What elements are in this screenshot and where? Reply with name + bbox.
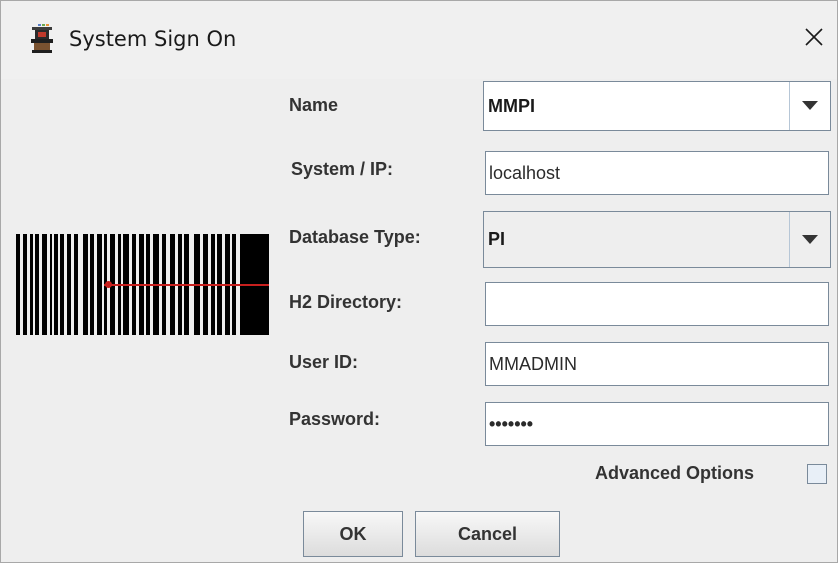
window-title: System Sign On: [69, 27, 237, 51]
title-bar: System Sign On: [1, 1, 837, 79]
cancel-button[interactable]: Cancel: [415, 511, 560, 557]
system-ip-value: localhost: [489, 162, 561, 183]
h2-directory-label: H2 Directory:: [289, 292, 403, 312]
database-type-label: Database Type:: [289, 227, 421, 247]
chevron-down-icon[interactable]: [790, 82, 830, 130]
close-button[interactable]: [791, 9, 837, 65]
database-type-value: PI: [488, 229, 506, 249]
close-icon: [805, 28, 823, 46]
advanced-options-checkbox[interactable]: [807, 464, 827, 484]
system-ip-label: System / IP:: [291, 159, 394, 179]
name-label: Name: [289, 95, 339, 115]
name-combobox[interactable]: MMPI: [483, 81, 831, 131]
password-label: Password:: [289, 409, 381, 429]
chevron-down-icon[interactable]: [790, 212, 830, 267]
advanced-options-label: Advanced Options: [595, 463, 755, 483]
database-type-combobox[interactable]: PI: [483, 211, 831, 268]
system-ip-input[interactable]: localhost: [485, 151, 829, 195]
barcode-scan-line: [104, 284, 269, 286]
user-id-value: MMADMIN: [489, 353, 577, 374]
password-value: •••••••: [489, 413, 534, 434]
h2-directory-input[interactable]: [485, 282, 829, 326]
password-input[interactable]: •••••••: [485, 402, 829, 446]
barcode-logo: [16, 234, 269, 335]
user-id-input[interactable]: MMADMIN: [485, 342, 829, 386]
name-value: MMPI: [488, 95, 535, 116]
user-id-label: User ID:: [289, 352, 359, 372]
app-logo-icon: [29, 23, 55, 53]
barcode-scan-dot: [105, 281, 112, 288]
sign-on-dialog: System Sign On Name MMPI System / IP: lo…: [0, 0, 838, 563]
ok-button[interactable]: OK: [303, 511, 403, 557]
